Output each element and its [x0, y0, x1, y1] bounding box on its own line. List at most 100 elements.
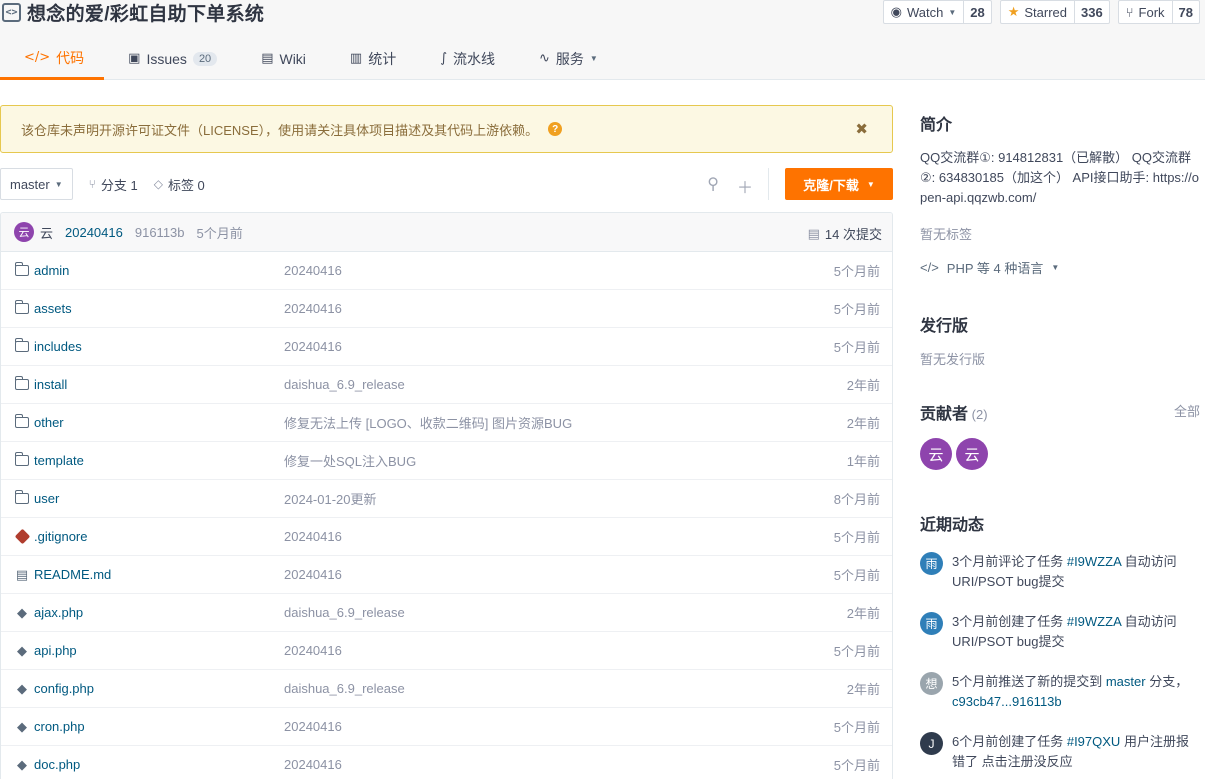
fork-button[interactable]: ⑂ Fork [1119, 1, 1172, 23]
activity-title: 近期动态 [920, 517, 985, 534]
commit-author[interactable]: 云 [40, 223, 53, 242]
activity-link[interactable]: master [1106, 674, 1146, 689]
branch-select[interactable]: master ▼ [0, 168, 73, 200]
file-time: 8个月前 [833, 492, 880, 507]
branch-icon: ⑂ [88, 177, 96, 191]
table-row[interactable]: assets 20240416 5个月前 [1, 290, 892, 328]
close-icon[interactable]: ✖ [855, 120, 868, 138]
table-row[interactable]: template 修复一处SQL注入BUG 1年前 [1, 442, 892, 480]
file-commit-message[interactable]: 20240416 [284, 529, 342, 544]
file-commit-message[interactable]: 2024-01-20更新 [284, 489, 377, 508]
file-name[interactable]: other [34, 415, 64, 430]
clone-download-button[interactable]: 克隆/下载 ▼ [785, 168, 893, 200]
watch-button[interactable]: ◉ Watch ▼ [884, 1, 964, 23]
table-row[interactable]: includes 20240416 5个月前 [1, 328, 892, 366]
chevron-down-icon: ▼ [589, 54, 598, 63]
table-row[interactable]: ▤ README.md 20240416 5个月前 [1, 556, 892, 594]
help-icon[interactable]: ? [548, 122, 563, 136]
avatar[interactable]: 想 [920, 672, 943, 695]
activity-link[interactable]: c93cb47...916113b [952, 694, 1062, 709]
table-row[interactable]: install daishua_6.9_release 2年前 [1, 366, 892, 404]
file-name[interactable]: user [34, 491, 59, 506]
tab-services[interactable]: ∿ 服务 ▼ [515, 38, 618, 79]
table-row[interactable]: admin 20240416 5个月前 [1, 252, 892, 290]
table-row[interactable]: ◆ cron.php 20240416 5个月前 [1, 708, 892, 746]
file-name[interactable]: README.md [34, 567, 111, 582]
activity-text: 3个月前创建了任务 #I9WZZA 自动访问URI/PSOT bug提交 [952, 612, 1200, 652]
star-count[interactable]: 336 [1074, 1, 1109, 23]
file-name[interactable]: admin [34, 263, 69, 278]
tab-pipeline[interactable]: ∫ 流水线 [416, 38, 515, 79]
tab-stats[interactable]: ▥ 统计 [326, 38, 416, 79]
file-commit-message[interactable]: daishua_6.9_release [284, 681, 405, 696]
table-row[interactable]: user 2024-01-20更新 8个月前 [1, 480, 892, 518]
repo-icon: <> [2, 2, 21, 22]
file-commit-message[interactable]: 20240416 [284, 567, 342, 582]
table-row[interactable]: ◆ api.php 20240416 5个月前 [1, 632, 892, 670]
table-row[interactable]: .gitignore 20240416 5个月前 [1, 518, 892, 556]
table-row[interactable]: ◆ doc.php 20240416 5个月前 [1, 746, 892, 779]
commit-sha[interactable]: 916113b [135, 225, 185, 240]
file-name[interactable]: doc.php [34, 757, 80, 772]
code-icon: </> [920, 260, 939, 275]
avatar[interactable]: J [920, 732, 943, 755]
activity-item: 想 5个月前推送了新的提交到 master 分支， c93cb47...916113… [920, 672, 1200, 712]
file-commit-message[interactable]: 20240416 [284, 643, 342, 658]
table-row[interactable]: ◆ config.php daishua_6.9_release 2年前 [1, 670, 892, 708]
tab-stats-label: 统计 [368, 50, 397, 67]
tab-issues[interactable]: ▣ Issues 20 [104, 38, 237, 79]
table-row[interactable]: other 修复无法上传 [LOGO、收款二维码] 图片资源BUG 2年前 [1, 404, 892, 442]
branches-link[interactable]: ⑂ 分支 1 [89, 175, 138, 194]
file-name[interactable]: assets [34, 301, 72, 316]
contributors-all-link[interactable]: 全部 [1174, 401, 1200, 420]
file-name[interactable]: template [34, 453, 84, 468]
file-time: 2年前 [846, 416, 880, 431]
watch-group: ◉ Watch ▼ 28 [882, 0, 992, 24]
avatar[interactable]: 雨 [920, 612, 943, 635]
file-commit-message[interactable]: 20240416 [284, 719, 342, 734]
language-dropdown[interactable]: </> PHP 等 4 种语言 ▼ [920, 258, 1059, 277]
activity-link[interactable]: #I9WZZA [1067, 554, 1121, 569]
commit-count-link[interactable]: ▤ 14 次提交 [808, 224, 882, 243]
repo-title[interactable]: 想念的爱/彩虹自助下单系统 [27, 0, 264, 26]
file-commit-message[interactable]: 20240416 [284, 301, 342, 316]
file-commit-message[interactable]: 修复一处SQL注入BUG [284, 451, 416, 470]
php-file-icon: ◆ [17, 604, 27, 620]
file-commit-message[interactable]: daishua_6.9_release [284, 605, 405, 620]
license-notice: 该仓库未声明开源许可证文件（LICENSE），使用请关注具体项目描述及其代码上游… [0, 105, 893, 153]
activity-link[interactable]: #I97QXU [1067, 734, 1120, 749]
file-name[interactable]: config.php [34, 681, 94, 696]
folder-icon [14, 452, 30, 466]
avatar[interactable]: 云 [920, 438, 952, 470]
fork-label: Fork [1138, 4, 1165, 20]
tab-wiki[interactable]: ▤ Wiki [237, 38, 326, 79]
watch-count[interactable]: 28 [963, 1, 990, 23]
file-name[interactable]: install [34, 377, 67, 392]
php-file-icon: ◆ [17, 756, 27, 772]
file-name[interactable]: api.php [34, 643, 77, 658]
fork-count[interactable]: 78 [1171, 1, 1199, 23]
fork-icon: ⑂ [1125, 4, 1134, 20]
tab-code[interactable]: </> 代码 [0, 38, 105, 80]
file-commit-message[interactable]: 20240416 [284, 757, 342, 772]
file-commit-message[interactable]: 20240416 [284, 263, 342, 278]
add-icon[interactable]: ＋ [737, 174, 753, 198]
activity-link[interactable]: #I9WZZA [1067, 614, 1121, 629]
table-row[interactable]: ◆ ajax.php daishua_6.9_release 2年前 [1, 594, 892, 632]
file-name[interactable]: cron.php [34, 719, 85, 734]
file-commit-message[interactable]: 修复无法上传 [LOGO、收款二维码] 图片资源BUG [284, 413, 572, 432]
folder-icon [14, 338, 30, 352]
file-name[interactable]: includes [34, 339, 82, 354]
tags-link[interactable]: ◇ 标签 0 [154, 175, 205, 194]
file-name[interactable]: ajax.php [34, 605, 83, 620]
avatar[interactable]: 云 [956, 438, 988, 470]
avatar[interactable]: 云 [14, 222, 34, 242]
search-icon[interactable]: ⚲ [707, 174, 719, 198]
file-name[interactable]: .gitignore [34, 529, 87, 544]
file-time: 5个月前 [833, 720, 880, 735]
commit-message[interactable]: 20240416 [65, 225, 123, 240]
file-commit-message[interactable]: daishua_6.9_release [284, 377, 405, 392]
avatar[interactable]: 雨 [920, 552, 943, 575]
star-button[interactable]: ★ Starred [1001, 1, 1074, 23]
file-commit-message[interactable]: 20240416 [284, 339, 342, 354]
